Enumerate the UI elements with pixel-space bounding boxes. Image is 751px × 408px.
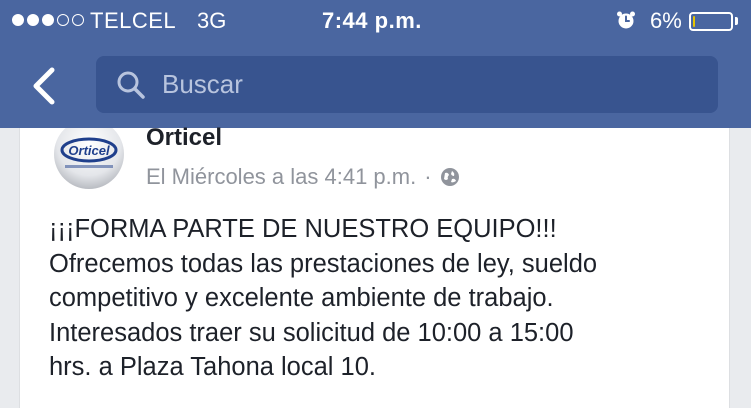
battery-level-fill — [693, 16, 695, 27]
avatar[interactable]: Orticel — [53, 128, 125, 190]
post-text-line: competitivo y excelente ambiente de trab… — [49, 284, 554, 312]
globe-icon[interactable] — [440, 167, 460, 187]
post-timestamp[interactable]: El Miércoles a las 4:41 p.m. — [146, 164, 416, 190]
signal-strength-icon — [12, 14, 84, 26]
post-card: Orticel Orticel El Miércoles a las 4:41 … — [19, 124, 730, 408]
carrier-name: TELCEL — [90, 8, 177, 33]
page-name-link[interactable]: Orticel — [146, 124, 222, 152]
post-text-line: ¡¡¡FORMA PARTE DE NUESTRO EQUIPO!!! — [49, 215, 557, 243]
search-input[interactable] — [162, 67, 702, 101]
post-text-line: hrs. a Plaza Tahona local 10. — [49, 353, 376, 381]
status-bar: TELCEL 3G 7:44 p.m. 6% — [0, 0, 751, 44]
post-body: ¡¡¡FORMA PARTE DE NUESTRO EQUIPO!!! Ofre… — [49, 212, 719, 385]
alarm-clock-icon — [617, 11, 635, 29]
signal-dot — [57, 14, 69, 26]
search-bar[interactable] — [96, 56, 718, 113]
network-type: 3G — [197, 8, 227, 33]
orticel-logo: Orticel — [54, 128, 124, 189]
signal-dot — [42, 14, 54, 26]
battery-icon — [689, 12, 733, 31]
meta-separator: · — [424, 164, 432, 189]
search-icon — [117, 71, 145, 99]
signal-dot — [27, 14, 39, 26]
battery-tip — [735, 17, 738, 25]
battery-percent: 6% — [650, 8, 682, 33]
post-meta: El Miércoles a las 4:41 p.m. · — [146, 164, 460, 190]
status-time: 7:44 p.m. — [322, 8, 422, 33]
post-text-line: Interesados traer su solicitud de 10:00 … — [49, 318, 574, 347]
chevron-left-icon[interactable] — [22, 62, 66, 110]
logo-wordmark: Orticel — [68, 143, 110, 158]
post-text-line: Ofrecemos todas las prestaciones de ley,… — [49, 249, 598, 278]
signal-dot — [12, 14, 24, 26]
app-header: TELCEL 3G 7:44 p.m. 6% — [0, 0, 751, 128]
signal-dot — [72, 14, 84, 26]
